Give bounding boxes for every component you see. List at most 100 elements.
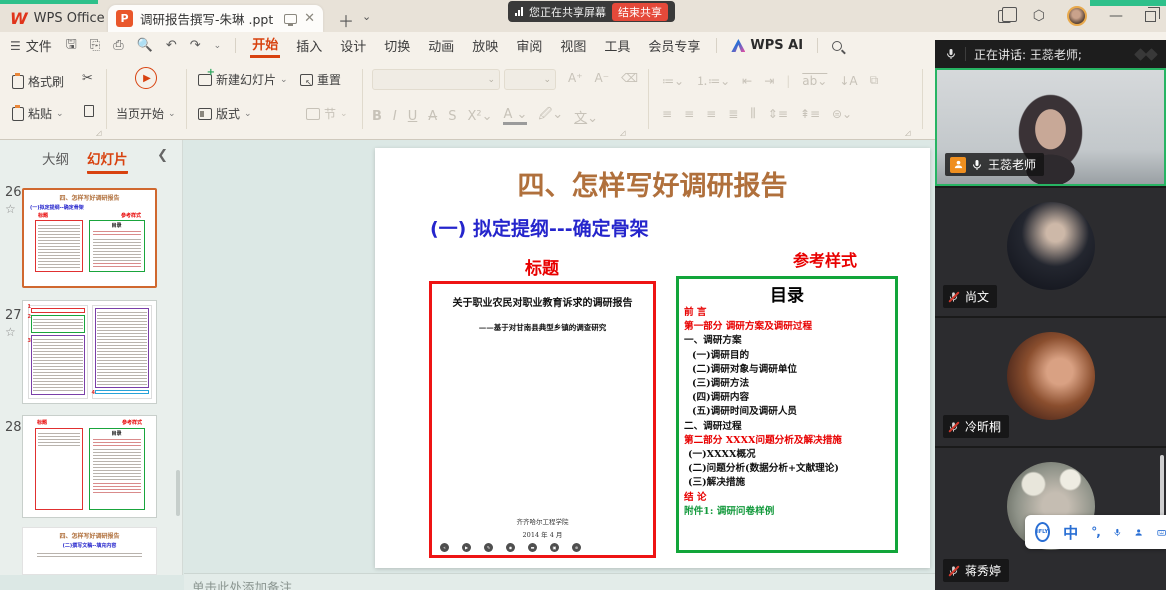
paste-chevron-icon[interactable]: ⌄ — [56, 109, 64, 119]
laser-icon[interactable]: ◉ — [506, 543, 515, 552]
paste-button[interactable]: 粘贴 ⌄ — [12, 105, 64, 122]
increase-indent-icon[interactable]: ⇥ — [764, 74, 774, 88]
decrease-font-icon[interactable]: A⁻ — [595, 71, 610, 85]
more-icon[interactable]: ⊕ — [572, 543, 581, 552]
ime-language-toggle[interactable]: 中 — [1063, 522, 1078, 543]
slide-thumbnail-29[interactable]: 四、怎样写好调研报告 (二)撰写文稿--填充内容 — [22, 527, 157, 575]
align-center-icon[interactable]: ≡ — [684, 107, 694, 121]
tab-outline[interactable]: 大纲 — [42, 148, 69, 174]
screen-icon[interactable]: ▣ — [550, 543, 559, 552]
output-icon[interactable]: ⎘ — [90, 38, 100, 53]
tab-animations[interactable]: 动画 — [426, 36, 456, 55]
ime-person-icon[interactable] — [1134, 525, 1143, 540]
end-share-button[interactable]: 结束共享 — [612, 3, 668, 21]
text-orientation-icon[interactable]: ↓A — [839, 74, 857, 88]
pen-icon[interactable]: ✎ — [484, 543, 493, 552]
shadow-icon[interactable]: S — [448, 109, 456, 124]
clipboard-dialog-launcher[interactable]: ◿ — [96, 129, 101, 137]
tab-slides[interactable]: 幻灯片 — [87, 148, 128, 174]
wps-ai-button[interactable]: WPS AI — [731, 38, 803, 53]
ifly-logo-icon[interactable]: iFLY — [1035, 522, 1050, 542]
section-button[interactable]: 节 ⌄ — [306, 105, 348, 122]
reset-button[interactable]: 重置 — [300, 71, 341, 88]
slide-canvas[interactable]: 四、怎样写好调研报告 (一) 拟定提纲---确定骨架 标题 参考样式 关于职业农… — [375, 148, 930, 568]
ime-keyboard-icon[interactable] — [1157, 525, 1166, 540]
text-direction-icon[interactable]: ab⌄ — [802, 74, 827, 88]
start-from-current-button[interactable]: 当页开始 ⌄ — [116, 105, 176, 122]
decrease-indent-icon[interactable]: ⇤ — [742, 74, 752, 88]
tab-list-chevron-icon[interactable]: ⌄ — [362, 10, 371, 23]
layout-button[interactable]: 版式 ⌄ — [198, 105, 252, 122]
restore-window-button[interactable] — [1145, 11, 1156, 22]
column-spacing-icon[interactable]: ⇞≡ — [800, 107, 820, 121]
superscript-icon[interactable]: X²⌄ — [467, 109, 492, 124]
tab-view[interactable]: 视图 — [558, 36, 588, 55]
apps-box-icon[interactable]: ⬡ — [1033, 8, 1045, 24]
app-home-tab[interactable]: W WPS Office — [10, 6, 105, 30]
tab-design[interactable]: 设计 — [338, 36, 368, 55]
save-icon[interactable]: 🖫 — [66, 35, 77, 57]
ime-mic-icon[interactable] — [1113, 525, 1122, 540]
font-family-select[interactable]: ⌄ — [372, 69, 500, 90]
workspaces-icon[interactable] — [998, 10, 1011, 23]
bullets-icon[interactable]: ≔⌄ — [662, 74, 684, 88]
paragraph-dialog-launcher[interactable]: ◿ — [905, 129, 910, 137]
slide-thumbnail-28[interactable]: 标题 参考样式 目录 — [22, 415, 157, 518]
participant-tile[interactable]: 冷昕桐 — [935, 316, 1166, 446]
italic-icon[interactable]: I — [393, 109, 397, 124]
file-menu[interactable]: ☰ 文件 — [10, 36, 52, 55]
tab-slideshow[interactable]: 放映 — [470, 36, 500, 55]
distribute-icon[interactable]: ⫼ — [750, 106, 756, 121]
slide-thumbnail-27[interactable]: 1 2 3 4 — [22, 300, 157, 404]
new-slide-button[interactable]: 新建幻灯片 ⌄ — [198, 71, 288, 88]
font-size-select[interactable]: ⌄ — [504, 69, 556, 90]
tab-insert[interactable]: 插入 — [294, 36, 324, 55]
print-preview-icon[interactable]: 🔍 — [137, 38, 153, 53]
star-icon-27[interactable]: ☆ — [5, 325, 16, 339]
collapse-panel-icon[interactable]: ❮ — [157, 148, 168, 163]
sharing-monitor-icon[interactable] — [284, 14, 297, 24]
bold-icon[interactable]: B — [372, 109, 382, 124]
close-tab-icon[interactable]: ✕ — [304, 11, 315, 26]
font-color-icon[interactable]: A ⌄ — [503, 107, 527, 125]
format-painter-button[interactable]: 格式刷 — [12, 73, 64, 90]
document-tab[interactable]: P 调研报告撰写-朱琳 .ppt ✕ — [108, 5, 323, 32]
sidebar-scrollbar[interactable] — [176, 470, 180, 516]
participant-tile[interactable]: 尚文 — [935, 186, 1166, 316]
slides-icon[interactable]: ▬ — [528, 543, 537, 552]
highlight-icon[interactable]: 🖉⌄ — [538, 105, 563, 127]
smartart-convert-icon[interactable]: ⧉ — [870, 73, 879, 88]
redo-icon[interactable]: ↷ — [190, 38, 201, 53]
play-from-current-icon-button[interactable]: ▶ — [135, 67, 157, 89]
strikethrough-icon[interactable]: A — [428, 109, 437, 124]
tab-tools[interactable]: 工具 — [602, 36, 632, 55]
underline-icon[interactable]: U — [408, 109, 418, 124]
numbering-icon[interactable]: ⒈≔⌄ — [696, 72, 730, 89]
slide-thumbnail-26[interactable]: 四、怎样写好调研报告 (一)拟定提纲--确定骨架 标题 参考样式 目录 — [22, 188, 157, 288]
increase-font-icon[interactable]: A⁺ — [568, 71, 583, 85]
undo-icon[interactable]: ↶ — [166, 38, 177, 53]
star-icon-26[interactable]: ☆ — [5, 202, 16, 216]
font-dialog-launcher[interactable]: ◿ — [620, 129, 625, 137]
play-icon[interactable]: ▶ — [462, 543, 471, 552]
participant-video-tile[interactable]: 王蕊老师 — [935, 68, 1166, 186]
new-tab-button[interactable]: ＋ — [338, 8, 354, 32]
para-spacing-icon[interactable]: ⊜⌄ — [832, 107, 852, 121]
align-right-icon[interactable]: ≡ — [706, 107, 716, 121]
ime-punctuation-toggle[interactable]: °, — [1091, 525, 1100, 539]
clear-format-icon[interactable]: ⌫ — [621, 71, 638, 85]
quick-access-chevron-icon[interactable]: ⌄ — [214, 41, 222, 51]
search-icon[interactable] — [832, 41, 842, 51]
pinyin-guide-icon[interactable]: 文⌄ — [574, 107, 598, 126]
justify-icon[interactable]: ≣ — [728, 107, 738, 121]
tab-transitions[interactable]: 切换 — [382, 36, 412, 55]
account-avatar[interactable] — [1067, 6, 1087, 26]
minimize-button[interactable]: — — [1109, 8, 1123, 24]
notes-pane[interactable]: 单击此处添加备注 — [184, 573, 935, 590]
line-spacing-icon[interactable]: ⇕≡ — [768, 107, 788, 121]
start-chevron-icon[interactable]: ⌄ — [168, 109, 176, 119]
tab-home[interactable]: 开始 — [250, 34, 280, 58]
copy-button[interactable] — [84, 105, 94, 117]
print-icon[interactable]: ⎙ — [113, 38, 123, 53]
cut-button[interactable]: ✂ — [82, 71, 93, 86]
